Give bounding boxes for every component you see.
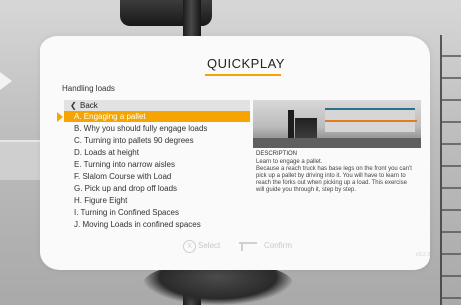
- list-item[interactable]: C. Turning into pallets 90 degrees: [64, 135, 250, 146]
- section-title: Handling loads: [62, 84, 115, 93]
- list-item-label: C. Turning into pallets 90 degrees: [74, 136, 194, 145]
- title-underline: [205, 74, 281, 76]
- left-block: [0, 140, 40, 180]
- list-item-label: A. Engaging a pallet: [74, 112, 146, 121]
- version-label: V3.2.3: [415, 252, 430, 258]
- confirm-label: Confirm: [264, 241, 293, 250]
- rack-structure: [440, 35, 461, 305]
- list-item[interactable]: F. Slalom Course with Load: [64, 171, 250, 182]
- x-button-icon: X: [183, 240, 196, 253]
- list-item-label: H. Figure Eight: [74, 196, 128, 205]
- left-arrow-icon: [0, 72, 12, 90]
- list-item[interactable]: I. Turning in Confined Spaces: [64, 207, 250, 218]
- page-title: QUICKPLAY: [207, 56, 285, 71]
- back-label: Back: [80, 101, 98, 110]
- list-item-label: E. Turning into narrow aisles: [74, 160, 175, 169]
- list-item-label: I. Turning in Confined Spaces: [74, 208, 179, 217]
- list-item-label: J. Moving Loads in confined spaces: [74, 220, 201, 229]
- menu-panel: QUICKPLAY Handling loads ❮ Back A. Engag…: [40, 36, 430, 270]
- footer-controls: X Select Confirm: [183, 238, 323, 254]
- list-item-label: D. Loads at height: [74, 148, 139, 157]
- exercise-preview-image: [253, 100, 421, 148]
- list-item[interactable]: G. Pick up and drop off loads: [64, 183, 250, 194]
- preview-floor: [253, 138, 421, 148]
- list-item[interactable]: A. Engaging a pallet: [64, 111, 250, 122]
- select-label: Select: [198, 241, 221, 250]
- list-item[interactable]: D. Loads at height: [64, 147, 250, 158]
- trigger-stem: [241, 244, 243, 251]
- list-item-label: B. Why you should fully engage loads: [74, 124, 208, 133]
- description-line: will guide you through it, step by step.: [256, 187, 357, 193]
- list-item[interactable]: B. Why you should fully engage loads: [64, 123, 250, 134]
- chevron-left-icon: ❮: [70, 101, 77, 110]
- list-item-label: G. Pick up and drop off loads: [74, 184, 178, 193]
- list-item[interactable]: J. Moving Loads in confined spaces: [64, 219, 250, 230]
- preview-shelf: [325, 120, 417, 122]
- list-item[interactable]: H. Figure Eight: [64, 195, 250, 206]
- list-item[interactable]: E. Turning into narrow aisles: [64, 159, 250, 170]
- selection-pointer-icon: [57, 112, 63, 122]
- exercise-list: ❮ Back A. Engaging a pallet B. Why you s…: [57, 100, 250, 230]
- list-item-label: F. Slalom Course with Load: [74, 172, 172, 181]
- trigger-icon: [239, 241, 259, 251]
- back-button[interactable]: ❮ Back: [64, 100, 250, 111]
